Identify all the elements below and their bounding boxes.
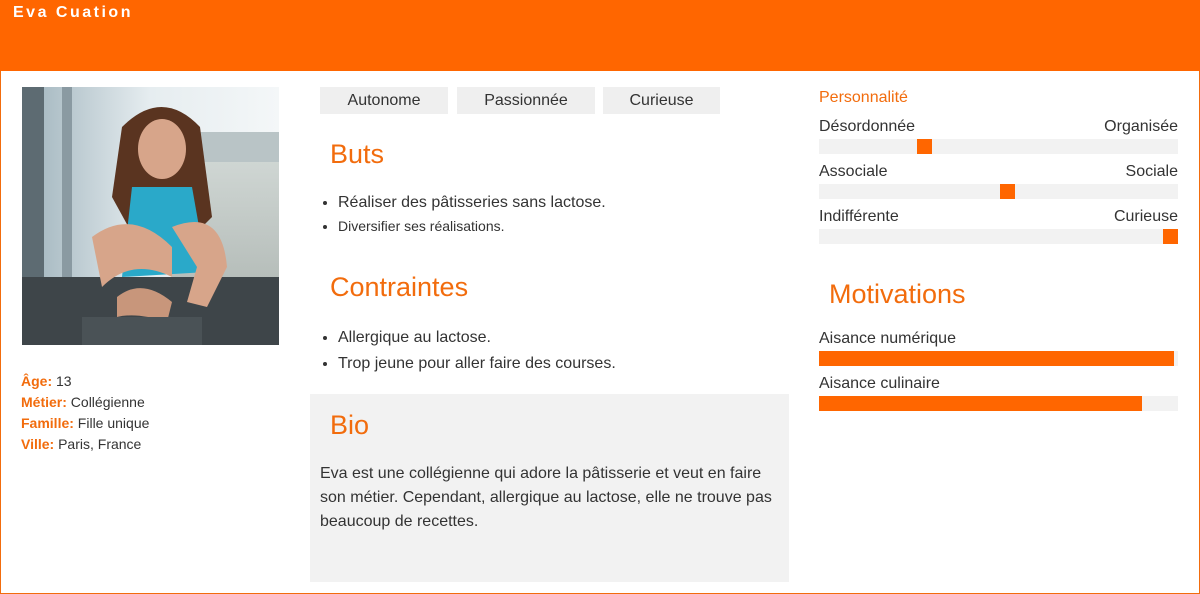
tag-passionnee: Passionnée (457, 87, 595, 114)
list-item: Réaliser des pâtisseries sans lactose. (338, 193, 606, 213)
trait-left-label: Associale (819, 163, 888, 180)
motivation-bar-digital (819, 351, 1178, 366)
job-value: Collégienne (70, 394, 145, 410)
motivations-title: Motivations (829, 279, 966, 309)
portrait-photo-icon (22, 87, 279, 345)
trait-left-label: Indifférente (819, 208, 899, 225)
city-row: Ville: Paris, France (21, 436, 142, 452)
trait-right-label: Organisée (1104, 118, 1178, 135)
personality-title: Personnalité (819, 89, 908, 106)
motivation-label: Aisance culinaire (819, 375, 940, 392)
bio-title: Bio (330, 410, 370, 440)
profile-info: Âge: 13 Métier: Collégienne Famille: Fil… (21, 371, 149, 455)
family-row: Famille: Fille unique (21, 415, 150, 431)
age-row: Âge: 13 (21, 373, 72, 389)
city-value: Paris, France (58, 436, 142, 452)
trait-slider-curiosity (819, 229, 1178, 244)
constraints-list: Allergique au lactose. Trop jeune pour a… (320, 325, 616, 377)
trait-knob (917, 139, 932, 154)
age-value: 13 (56, 373, 72, 389)
motivation-fill (819, 396, 1142, 411)
trait-slider-order (819, 139, 1178, 154)
list-item: Trop jeune pour aller faire des courses. (338, 351, 616, 377)
tag-curieuse: Curieuse (603, 87, 720, 114)
family-value: Fille unique (77, 415, 150, 431)
goals-list: Réaliser des pâtisseries sans lactose. D… (320, 193, 606, 240)
motivation-fill (819, 351, 1174, 366)
bio-text: Eva est une collégienne qui adore la pât… (320, 465, 772, 530)
list-item: Diversifier ses réalisations. (338, 213, 606, 240)
goals-title: Buts (330, 139, 385, 169)
trait-slider-social (819, 184, 1178, 199)
job-row: Métier: Collégienne (21, 394, 145, 410)
persona-name: Eva Cuation (13, 4, 133, 21)
header-bar: Eva Cuation (0, 0, 1200, 71)
trait-left-label: Désordonnée (819, 118, 916, 135)
list-item: Allergique au lactose. (338, 325, 616, 351)
profile-photo (22, 87, 279, 345)
trait-knob (1000, 184, 1015, 199)
constraints-title: Contraintes (330, 272, 469, 302)
motivation-bar-culinary (819, 396, 1178, 411)
trait-right-label: Sociale (1125, 163, 1178, 180)
trait-knob (1163, 229, 1178, 244)
tag-autonome: Autonome (320, 87, 448, 114)
trait-right-label: Curieuse (1113, 208, 1178, 225)
motivation-label: Aisance numérique (819, 330, 956, 347)
